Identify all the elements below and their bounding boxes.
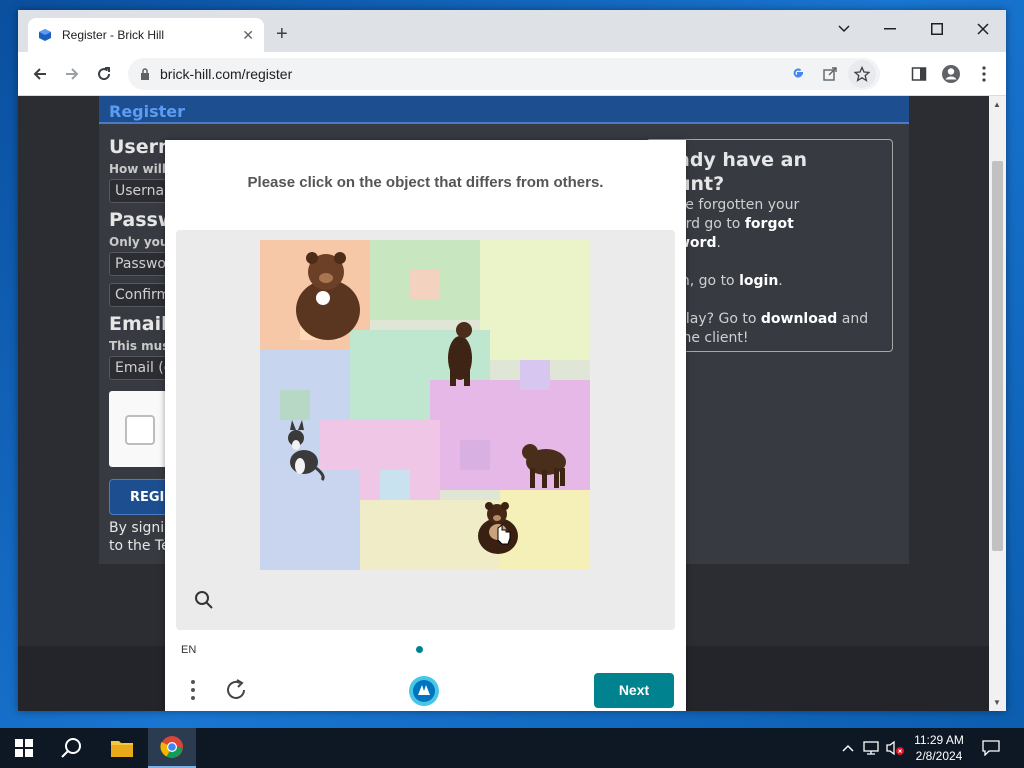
captcha-menu-icon[interactable] bbox=[185, 678, 201, 702]
clock-time: 11:29 AM bbox=[914, 733, 964, 747]
share-icon[interactable] bbox=[816, 60, 844, 88]
page-scrollbar[interactable]: ▲ ▼ bbox=[989, 96, 1006, 711]
scroll-up-icon[interactable]: ▲ bbox=[993, 100, 1001, 109]
download-prefix: play? Go to bbox=[677, 311, 761, 327]
system-clock[interactable]: 11:29 AM 2/8/2024 bbox=[905, 732, 973, 764]
taskbar: 11:29 AM 2/8/2024 bbox=[0, 728, 1024, 768]
close-window-icon[interactable] bbox=[967, 16, 999, 42]
tab-close-icon[interactable]: ✕ bbox=[242, 27, 254, 44]
minimize-icon[interactable] bbox=[874, 16, 906, 42]
hcaptcha-logo-icon[interactable] bbox=[408, 675, 440, 707]
challenge-area bbox=[176, 230, 675, 630]
side-title-line-1: ady have an bbox=[677, 149, 808, 171]
tab-title: Register - Brick Hill bbox=[62, 28, 165, 42]
forgot-line-1: ve forgotten your bbox=[677, 197, 800, 213]
lock-icon bbox=[141, 68, 149, 80]
download-line-1: play? Go to download and bbox=[677, 310, 892, 329]
tray-chevron-icon[interactable] bbox=[838, 738, 858, 758]
volume-muted-icon[interactable] bbox=[885, 738, 905, 758]
brick-hill-favicon-icon bbox=[39, 29, 51, 41]
register-header: Register bbox=[99, 96, 909, 124]
browser-toolbar: brick-hill.com/register bbox=[18, 52, 1006, 96]
forgot-line-2: ord go to forgot bbox=[677, 215, 892, 234]
forgot-password-link[interactable]: forgot bbox=[745, 216, 794, 232]
download-line-2: the client! bbox=[677, 330, 749, 346]
email-hint: This mus bbox=[109, 339, 170, 353]
captcha-challenge-modal: Please click on the object that differs … bbox=[165, 140, 686, 711]
forward-icon[interactable] bbox=[60, 62, 84, 86]
login-link[interactable]: login bbox=[739, 273, 778, 289]
login-text-prefix: in, go to bbox=[677, 273, 740, 289]
progress-dot bbox=[416, 646, 423, 653]
bookmark-star-icon[interactable] bbox=[848, 60, 876, 88]
url-text: brick-hill.com/register bbox=[160, 66, 293, 82]
captcha-checkbox[interactable] bbox=[125, 415, 155, 445]
password-hint: Only you bbox=[109, 235, 169, 249]
forgot-line-3-period: . bbox=[716, 235, 721, 251]
tab-register[interactable]: Register - Brick Hill ✕ bbox=[28, 18, 264, 52]
side-panel-icon[interactable] bbox=[906, 61, 932, 87]
side-panel-title: ady have an unt? bbox=[677, 148, 877, 196]
forgot-line-2-text: ord go to bbox=[677, 216, 745, 232]
download-link[interactable]: download bbox=[761, 311, 837, 327]
download-text: play? Go to download and the client! bbox=[677, 310, 892, 348]
clock-date: 2/8/2024 bbox=[915, 749, 963, 763]
scroll-thumb[interactable] bbox=[992, 161, 1003, 551]
browser-window: Register - Brick Hill ✕ + brick-hill.com… bbox=[18, 10, 1006, 711]
forgot-line-3: word. bbox=[677, 234, 892, 253]
new-tab-icon[interactable]: + bbox=[276, 23, 288, 45]
scroll-down-icon[interactable]: ▼ bbox=[993, 698, 1001, 707]
captcha-prompt: Please click on the object that differs … bbox=[247, 174, 604, 191]
profile-avatar-icon[interactable] bbox=[938, 61, 964, 87]
maximize-icon[interactable] bbox=[921, 16, 953, 42]
notifications-icon[interactable] bbox=[981, 738, 1001, 758]
file-explorer-icon[interactable] bbox=[98, 728, 146, 768]
refresh-challenge-icon[interactable] bbox=[223, 677, 249, 703]
zoom-search-icon[interactable] bbox=[194, 590, 214, 610]
network-icon[interactable] bbox=[861, 738, 881, 758]
windows-start-icon[interactable] bbox=[0, 728, 48, 768]
login-text: in, go to login. bbox=[677, 272, 892, 291]
email-label: Email bbox=[109, 313, 168, 335]
back-icon[interactable] bbox=[28, 62, 52, 86]
forgot-password-text: ve forgotten your ord go to forgot word. bbox=[677, 196, 892, 253]
search-icon[interactable] bbox=[48, 728, 96, 768]
side-title-line-2: unt? bbox=[677, 173, 725, 195]
reload-icon[interactable] bbox=[92, 62, 116, 86]
tab-strip: Register - Brick Hill ✕ + bbox=[18, 10, 1006, 52]
download-suffix: and bbox=[837, 311, 869, 327]
challenge-image[interactable] bbox=[260, 240, 590, 570]
address-bar[interactable]: brick-hill.com/register bbox=[128, 58, 880, 90]
chrome-taskbar-icon[interactable] bbox=[148, 728, 196, 768]
login-text-period: . bbox=[778, 273, 783, 289]
language-selector[interactable]: EN bbox=[181, 644, 196, 656]
browser-menu-icon[interactable] bbox=[971, 61, 997, 87]
tab-search-chevron-icon[interactable] bbox=[828, 16, 860, 42]
next-button[interactable]: Next bbox=[594, 673, 674, 708]
google-lens-icon[interactable] bbox=[784, 60, 812, 88]
username-hint: How will bbox=[109, 162, 166, 176]
